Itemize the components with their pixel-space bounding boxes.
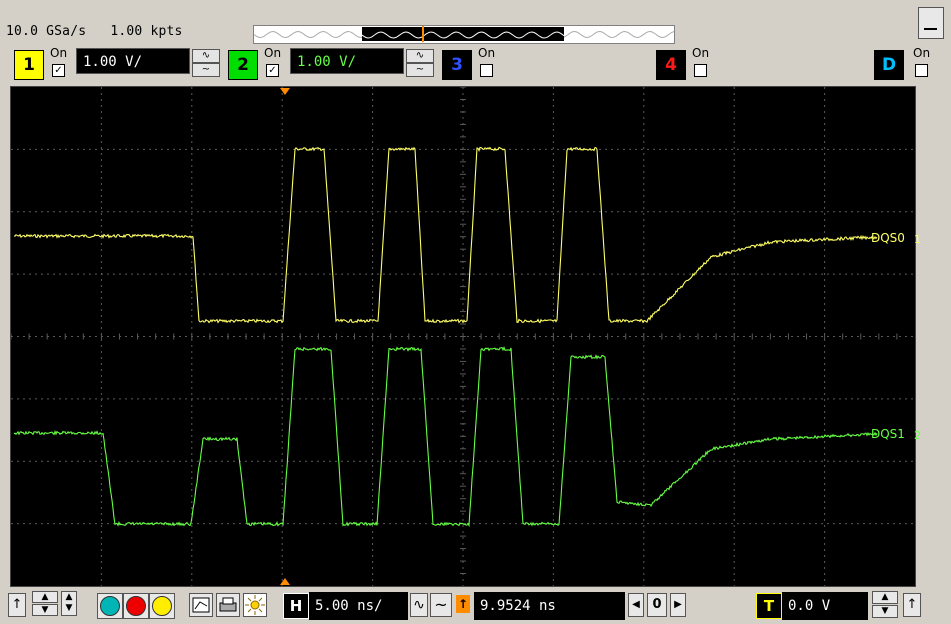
channel-2-coupling-ac-button[interactable]: ~: [406, 63, 434, 77]
channel-4-on-checkbox[interactable]: [694, 64, 707, 77]
printer-icon: [219, 597, 237, 612]
record-overview[interactable]: [253, 25, 675, 44]
channel-1-scale[interactable]: 1.00 V/: [76, 48, 190, 74]
stop-button[interactable]: [123, 593, 149, 619]
channel-4-on-label: On: [692, 46, 710, 60]
red-circle-icon: [126, 596, 146, 616]
trace-dqs0: [13, 146, 878, 324]
nav-down-button[interactable]: ▼: [32, 604, 58, 616]
nav-value: 0: [647, 593, 667, 617]
trace-2-ground-marker[interactable]: 2: [914, 429, 921, 442]
waveform-graticule: DQS0 1 T DQS1 2: [10, 86, 931, 586]
trigger-position-top-marker[interactable]: [280, 88, 290, 95]
nav-next-button[interactable]: ▶: [670, 593, 686, 617]
minimize-button[interactable]: [918, 7, 944, 39]
channel-4-badge[interactable]: 4: [656, 50, 686, 80]
channel-bar: 1 On ✓ 1.00 V/ ∿ ~ 2 On ✓ 1.00 V/ ∿ ~ 3 …: [0, 46, 951, 84]
digital-channel-badge[interactable]: D: [874, 50, 904, 80]
channel-1-coupling-dc-button[interactable]: ∿: [192, 49, 220, 63]
trace-dqs0-label: DQS0: [871, 231, 905, 245]
channel-2-on-checkbox[interactable]: ✓: [266, 64, 279, 77]
yellow-circle-icon: [152, 596, 172, 616]
channel-1-on-checkbox[interactable]: ✓: [52, 64, 65, 77]
digital-on-checkbox[interactable]: [915, 64, 928, 77]
trigger-level[interactable]: 0.0 V: [782, 592, 868, 620]
trigger-position-icon: ↑: [456, 595, 470, 613]
autoscale-button[interactable]: [189, 593, 213, 617]
scroll-up-button[interactable]: ↑: [8, 593, 26, 617]
autoscale-icon: [192, 597, 210, 613]
trigger-level-up-button[interactable]: ▲: [872, 591, 898, 604]
display-intensity-button[interactable]: [243, 593, 267, 617]
trace-1-ground-marker[interactable]: 1: [914, 233, 921, 246]
channel-3-on-checkbox[interactable]: [480, 64, 493, 77]
horizontal-fine-button[interactable]: ∿: [410, 593, 428, 617]
nav-updown-button[interactable]: ▲ ▼: [61, 591, 77, 616]
trace-dqs1-label: DQS1: [871, 427, 905, 441]
minimize-icon: [924, 28, 937, 30]
trigger-level-down-button[interactable]: ▼: [872, 605, 898, 618]
trigger-badge[interactable]: T: [756, 593, 782, 619]
trace-dqs1: [13, 345, 878, 528]
horizontal-delay-button[interactable]: ~: [430, 593, 452, 617]
print-button[interactable]: [216, 593, 240, 617]
overview-window-waveform: [361, 31, 565, 39]
channel-2-coupling-dc-button[interactable]: ∿: [406, 49, 434, 63]
channel-1-coupling-ac-button[interactable]: ~: [192, 63, 220, 77]
overview-trigger-marker: [422, 26, 424, 42]
autoscale-cyan-button[interactable]: [97, 593, 123, 619]
channel-2-scale[interactable]: 1.00 V/: [290, 48, 404, 74]
waveform-display[interactable]: DQS0 1 T DQS1 2: [10, 86, 931, 587]
sun-icon: [245, 595, 265, 615]
bottom-toolbar: ↑ ▲ ▼ ▲ ▼ H 5.00 ns/ ∿ ~ ↑ 9.9524 ns ◀ 0 …: [0, 587, 951, 623]
cyan-circle-icon: [100, 596, 120, 616]
nav-up-button[interactable]: ▲: [32, 591, 58, 603]
trigger-position-bottom-marker[interactable]: [280, 578, 290, 585]
ground-reference-markers: 1 2: [914, 233, 921, 442]
single-button[interactable]: [149, 593, 175, 619]
channel-1-badge[interactable]: 1: [14, 50, 44, 80]
channel-3-on-label: On: [478, 46, 496, 60]
channel-2-on-label: On: [264, 46, 282, 60]
top-toolbar: 10.0 GSa/s 1.00 kpts: [0, 0, 951, 46]
overview-view-window[interactable]: [361, 27, 565, 41]
trigger-up-button[interactable]: ↑: [903, 593, 921, 617]
nav-prev-button[interactable]: ◀: [628, 593, 644, 617]
horizontal-position[interactable]: 9.9524 ns: [474, 592, 625, 620]
digital-on-label: On: [913, 46, 931, 60]
acquisition-rate: 10.0 GSa/s 1.00 kpts: [6, 24, 183, 39]
horizontal-badge[interactable]: H: [283, 593, 309, 619]
channel-3-badge[interactable]: 3: [442, 50, 472, 80]
channel-2-badge[interactable]: 2: [228, 50, 258, 80]
channel-1-on-label: On: [50, 46, 68, 60]
horizontal-scale[interactable]: 5.00 ns/: [309, 592, 408, 620]
